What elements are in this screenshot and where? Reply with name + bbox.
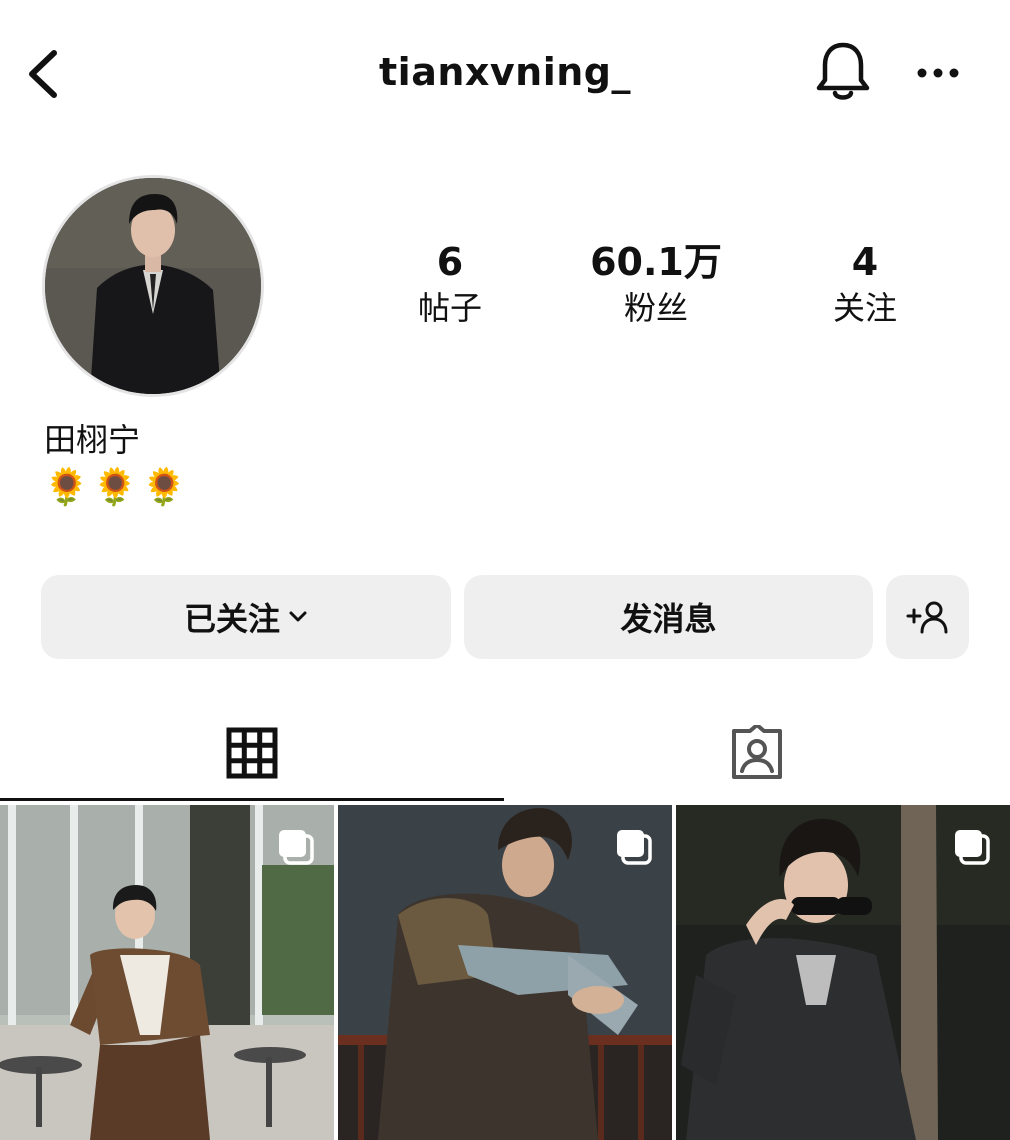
grid-icon xyxy=(226,727,278,778)
avatar-photo xyxy=(45,178,261,394)
message-button-label: 发消息 xyxy=(620,600,717,638)
multiple-posts-icon xyxy=(617,830,652,865)
notifications-button[interactable] xyxy=(810,36,876,108)
stat-posts[interactable]: 6 帖子 xyxy=(360,240,540,330)
post-tile-3[interactable] xyxy=(676,805,1010,1140)
add-user-button[interactable] xyxy=(886,575,969,659)
active-tab-indicator xyxy=(0,798,504,801)
stat-posts-label: 帖子 xyxy=(417,289,482,327)
chevron-down-icon xyxy=(288,610,308,624)
stat-followers-value: 60.1万 xyxy=(590,240,722,284)
stat-following[interactable]: 4 关注 xyxy=(775,240,955,330)
profile-avatar[interactable] xyxy=(42,175,264,397)
tab-posts-grid[interactable] xyxy=(0,705,504,800)
stat-following-value: 4 xyxy=(851,240,879,284)
top-bar: tianxvning_ xyxy=(0,0,1010,150)
tab-tagged[interactable] xyxy=(504,705,1010,800)
following-button[interactable]: 已关注 xyxy=(41,575,451,659)
bio: 🌻🌻🌻 xyxy=(44,467,191,508)
multiple-posts-icon xyxy=(955,830,990,865)
more-horizontal-icon xyxy=(917,68,959,78)
stat-following-label: 关注 xyxy=(832,289,897,327)
bell-icon xyxy=(816,42,870,100)
display-name: 田栩宁 xyxy=(44,421,141,459)
stat-posts-value: 6 xyxy=(436,240,464,284)
following-button-label: 已关注 xyxy=(183,600,280,638)
message-button[interactable]: 发消息 xyxy=(464,575,873,659)
tagged-person-icon xyxy=(732,724,782,779)
stat-followers[interactable]: 60.1万 粉丝 xyxy=(566,240,746,330)
stat-followers-label: 粉丝 xyxy=(623,289,688,327)
multiple-posts-icon xyxy=(279,830,314,865)
post-tile-2[interactable] xyxy=(338,805,672,1140)
more-options-button[interactable] xyxy=(906,50,970,96)
add-user-icon xyxy=(906,601,947,634)
post-tile-1[interactable] xyxy=(0,805,334,1140)
